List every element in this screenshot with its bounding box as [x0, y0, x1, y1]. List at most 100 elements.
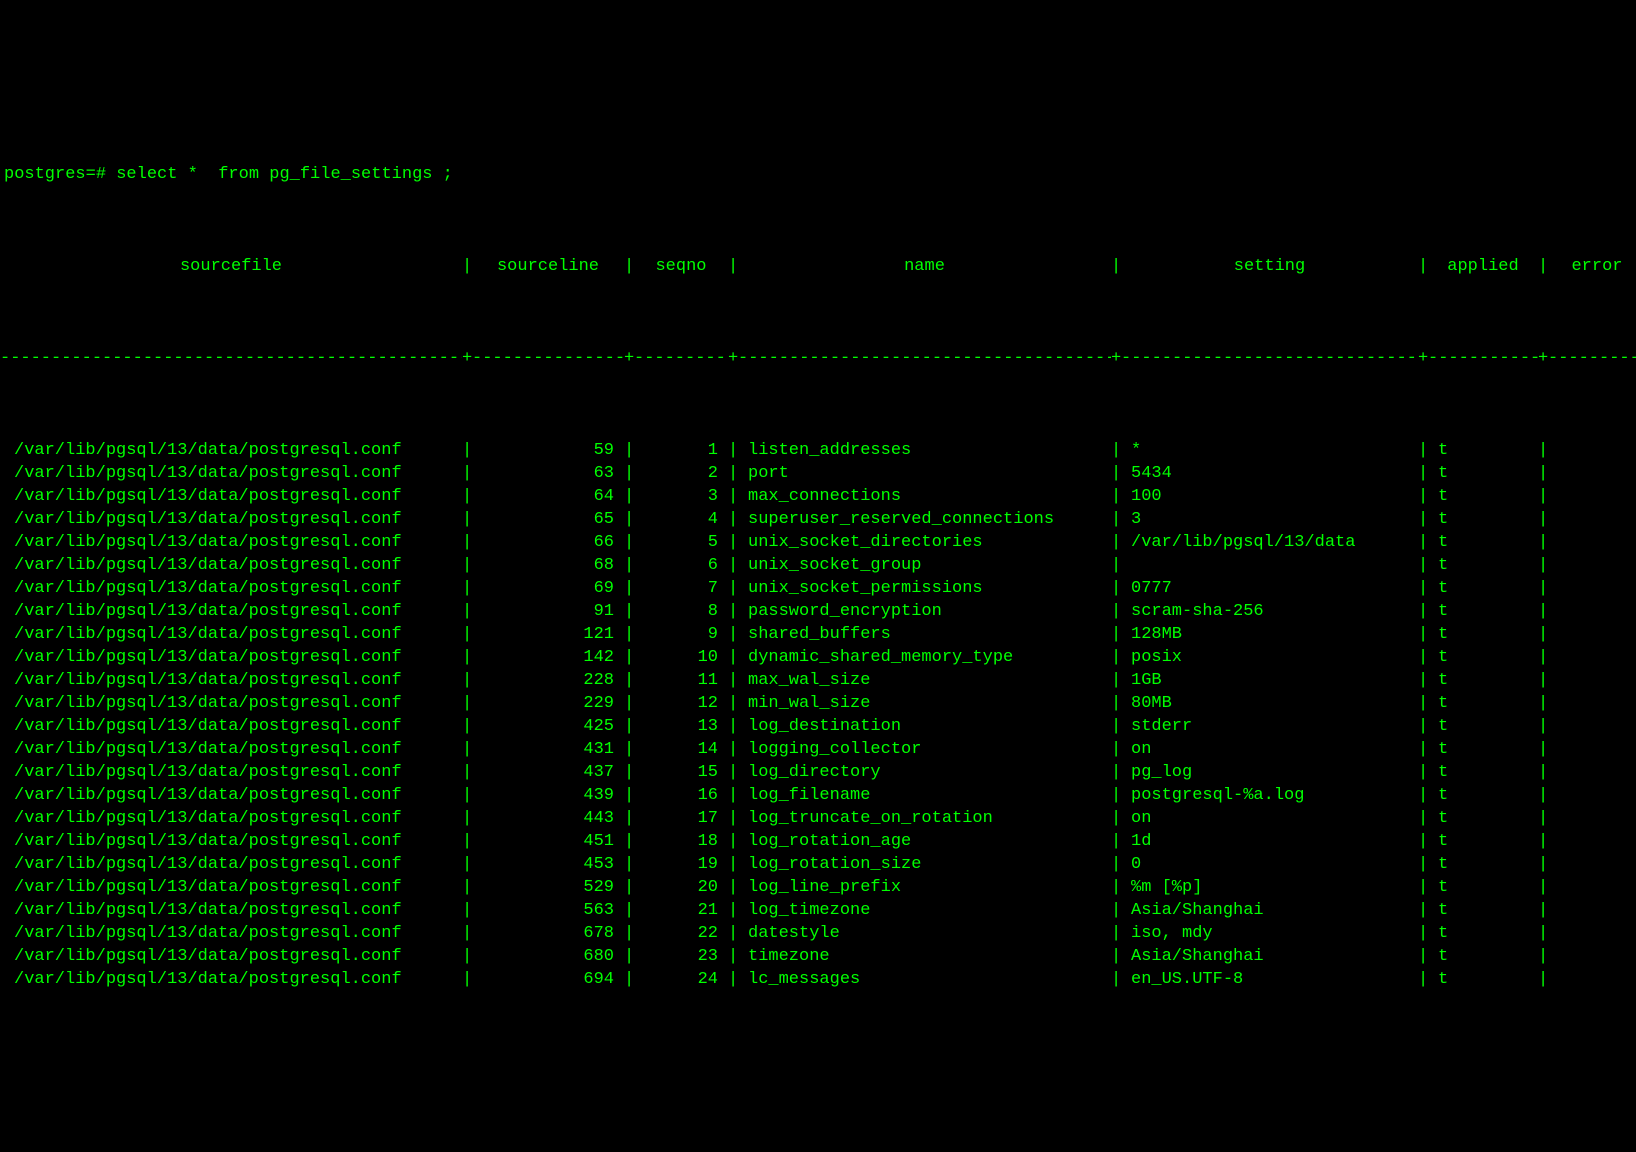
cell-name: shared_buffers: [738, 623, 1111, 646]
cell-sourceline: 91: [472, 600, 624, 623]
col-sep: |: [1418, 715, 1428, 738]
cell-sourcefile: /var/lib/pgsql/13/data/postgresql.conf: [0, 508, 462, 531]
cell-setting: 128MB: [1121, 623, 1418, 646]
cell-sourcefile: /var/lib/pgsql/13/data/postgresql.conf: [0, 899, 462, 922]
col-sep: |: [624, 715, 634, 738]
col-sep: |: [462, 508, 472, 531]
col-sep: |: [462, 462, 472, 485]
col-sep: |: [462, 692, 472, 715]
cell-sourceline: 431: [472, 738, 624, 761]
cell-setting: 1d: [1121, 830, 1418, 853]
cell-applied: t: [1428, 876, 1538, 899]
cell-name: min_wal_size: [738, 692, 1111, 715]
col-sep: |: [624, 646, 634, 669]
col-sep: |: [1111, 439, 1121, 462]
cell-applied: t: [1428, 761, 1538, 784]
table-row: /var/lib/pgsql/13/data/postgresql.conf|6…: [0, 922, 1636, 945]
cell-setting: iso, mdy: [1121, 922, 1418, 945]
col-sep: |: [624, 899, 634, 922]
cell-name: log_filename: [738, 784, 1111, 807]
cell-error: [1548, 761, 1636, 784]
col-sep: |: [1538, 807, 1548, 830]
col-sep: |: [462, 669, 472, 692]
cell-applied: t: [1428, 623, 1538, 646]
cell-seqno: 4: [634, 508, 728, 531]
table-row: /var/lib/pgsql/13/data/postgresql.conf|4…: [0, 807, 1636, 830]
cell-name: unix_socket_directories: [738, 531, 1111, 554]
cell-setting: /var/lib/pgsql/13/data: [1121, 531, 1418, 554]
col-sep: |: [1418, 646, 1428, 669]
cell-applied: t: [1428, 600, 1538, 623]
cell-sourceline: 63: [472, 462, 624, 485]
cell-error: [1548, 876, 1636, 899]
cell-sourceline: 680: [472, 945, 624, 968]
col-sep: |: [1538, 577, 1548, 600]
cell-applied: t: [1428, 784, 1538, 807]
cell-setting: 1GB: [1121, 669, 1418, 692]
cell-name: dynamic_shared_memory_type: [738, 646, 1111, 669]
sql-prompt: postgres=# select * from pg_file_setting…: [0, 163, 1636, 186]
col-sep: |: [1538, 784, 1548, 807]
cell-name: log_rotation_size: [738, 853, 1111, 876]
cell-setting: postgresql-%a.log: [1121, 784, 1418, 807]
col-sep: |: [624, 669, 634, 692]
table-row: /var/lib/pgsql/13/data/postgresql.conf|4…: [0, 761, 1636, 784]
col-sep: |: [462, 439, 472, 462]
cell-sourceline: 121: [472, 623, 624, 646]
col-sep: |: [462, 715, 472, 738]
col-sep: |: [1111, 738, 1121, 761]
cell-applied: t: [1428, 508, 1538, 531]
col-sep: |: [1111, 531, 1121, 554]
cell-error: [1548, 554, 1636, 577]
cell-seqno: 21: [634, 899, 728, 922]
cell-sourceline: 437: [472, 761, 624, 784]
col-sep: |: [1111, 600, 1121, 623]
cell-name: datestyle: [738, 922, 1111, 945]
cell-applied: t: [1428, 738, 1538, 761]
cell-sourceline: 678: [472, 922, 624, 945]
col-sep: |: [728, 968, 738, 991]
divider-seg: -------------------------------------: [738, 347, 1111, 370]
table-row: /var/lib/pgsql/13/data/postgresql.conf|1…: [0, 623, 1636, 646]
cell-sourceline: 228: [472, 669, 624, 692]
cell-sourceline: 59: [472, 439, 624, 462]
cell-seqno: 16: [634, 784, 728, 807]
cell-seqno: 24: [634, 968, 728, 991]
cell-setting: on: [1121, 807, 1418, 830]
col-sep: |: [624, 485, 634, 508]
divider-seg: ----------------------------------------…: [0, 347, 462, 370]
col-sep: |: [1111, 462, 1121, 485]
cell-setting: *: [1121, 439, 1418, 462]
col-sep: |: [624, 738, 634, 761]
table-row: /var/lib/pgsql/13/data/postgresql.conf|9…: [0, 600, 1636, 623]
col-header-sourcefile: sourcefile: [0, 255, 462, 278]
col-sep: |: [462, 922, 472, 945]
cell-error: [1548, 646, 1636, 669]
cell-sourcefile: /var/lib/pgsql/13/data/postgresql.conf: [0, 577, 462, 600]
col-sep: |: [1538, 255, 1548, 278]
col-sep: |: [1418, 439, 1428, 462]
table-row: /var/lib/pgsql/13/data/postgresql.conf|2…: [0, 692, 1636, 715]
col-sep: |: [1538, 968, 1548, 991]
table-row: /var/lib/pgsql/13/data/postgresql.conf|6…: [0, 508, 1636, 531]
cell-seqno: 8: [634, 600, 728, 623]
cell-sourcefile: /var/lib/pgsql/13/data/postgresql.conf: [0, 784, 462, 807]
col-sep: |: [728, 692, 738, 715]
col-header-sourceline: sourceline: [472, 255, 624, 278]
col-sep: |: [1111, 899, 1121, 922]
cell-applied: t: [1428, 646, 1538, 669]
cell-applied: t: [1428, 439, 1538, 462]
cell-error: [1548, 853, 1636, 876]
cell-sourcefile: /var/lib/pgsql/13/data/postgresql.conf: [0, 531, 462, 554]
table-row: /var/lib/pgsql/13/data/postgresql.conf|4…: [0, 853, 1636, 876]
col-sep: |: [728, 531, 738, 554]
table-divider: ----------------------------------------…: [0, 347, 1636, 370]
cell-sourceline: 443: [472, 807, 624, 830]
col-sep: |: [1418, 945, 1428, 968]
terminal[interactable]: postgres=# select * from pg_file_setting…: [0, 92, 1636, 1037]
table-row: /var/lib/pgsql/13/data/postgresql.conf|6…: [0, 485, 1636, 508]
cell-seqno: 17: [634, 807, 728, 830]
col-sep: |: [728, 623, 738, 646]
cell-sourcefile: /var/lib/pgsql/13/data/postgresql.conf: [0, 462, 462, 485]
cell-sourceline: 694: [472, 968, 624, 991]
